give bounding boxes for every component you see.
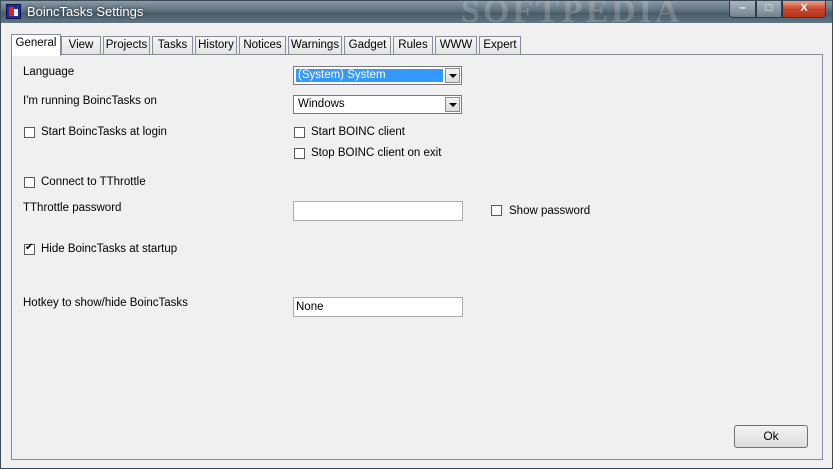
tab-notices[interactable]: Notices xyxy=(239,36,286,54)
hide-at-startup-label: Hide BoincTasks at startup xyxy=(41,243,178,255)
general-tab-panel xyxy=(11,54,823,460)
start-boinc-client-checkbox[interactable] xyxy=(294,127,305,138)
show-password-label: Show password xyxy=(509,205,591,217)
tthrottle-password-label: TThrottle password xyxy=(23,202,122,214)
stop-boinc-client-label: Stop BOINC client on exit xyxy=(311,147,442,159)
hotkey-label: Hotkey to show/hide BoincTasks xyxy=(23,297,188,309)
start-boinc-client-label: Start BOINC client xyxy=(311,126,405,138)
connect-tthrottle-checkbox[interactable] xyxy=(24,177,35,188)
hide-at-startup-checkbox[interactable] xyxy=(24,242,35,255)
hotkey-input[interactable]: None xyxy=(293,297,463,317)
settings-window: BoincTasks Settings SOFTPEDIA – □ X Gene… xyxy=(0,0,833,469)
show-password-checkbox[interactable] xyxy=(491,205,502,216)
minimize-button[interactable]: – xyxy=(729,1,756,18)
language-label: Language xyxy=(23,66,75,78)
tab-www[interactable]: WWW xyxy=(435,36,477,54)
tthrottle-password-input[interactable] xyxy=(293,201,463,221)
tab-warnings[interactable]: Warnings xyxy=(288,36,342,54)
stop-boinc-client-checkbox[interactable] xyxy=(294,148,305,159)
chevron-down-icon[interactable] xyxy=(445,97,460,112)
start-at-login-checkbox[interactable] xyxy=(24,127,35,138)
boinctasks-app-icon xyxy=(6,4,21,19)
tab-rules[interactable]: Rules xyxy=(393,36,433,54)
chevron-down-icon[interactable] xyxy=(445,68,460,83)
tab-projects[interactable]: Projects xyxy=(103,36,150,54)
tab-tasks[interactable]: Tasks xyxy=(152,36,193,54)
running-on-select-value: Windows xyxy=(298,98,345,110)
ok-button[interactable]: Ok xyxy=(734,425,808,448)
tab-expert[interactable]: Expert xyxy=(479,36,521,54)
tab-view[interactable]: View xyxy=(61,36,101,54)
running-on-select[interactable]: Windows xyxy=(293,95,462,114)
tab-history[interactable]: History xyxy=(195,36,237,54)
language-select-value: (System) System xyxy=(296,69,443,82)
connect-tthrottle-label: Connect to TThrottle xyxy=(41,176,146,188)
language-select[interactable]: (System) System xyxy=(293,66,462,85)
tab-general[interactable]: General xyxy=(11,34,61,56)
title-bar[interactable]: BoincTasks Settings SOFTPEDIA – □ X xyxy=(1,1,832,30)
maximize-button[interactable]: □ xyxy=(756,1,782,18)
watermark: SOFTPEDIA xyxy=(461,0,683,30)
tab-gadget[interactable]: Gadget xyxy=(344,36,391,54)
window-title: BoincTasks Settings xyxy=(27,4,144,19)
running-on-label: I'm running BoincTasks on xyxy=(23,95,157,107)
close-button[interactable]: X xyxy=(782,1,826,18)
start-at-login-label: Start BoincTasks at login xyxy=(41,126,167,138)
